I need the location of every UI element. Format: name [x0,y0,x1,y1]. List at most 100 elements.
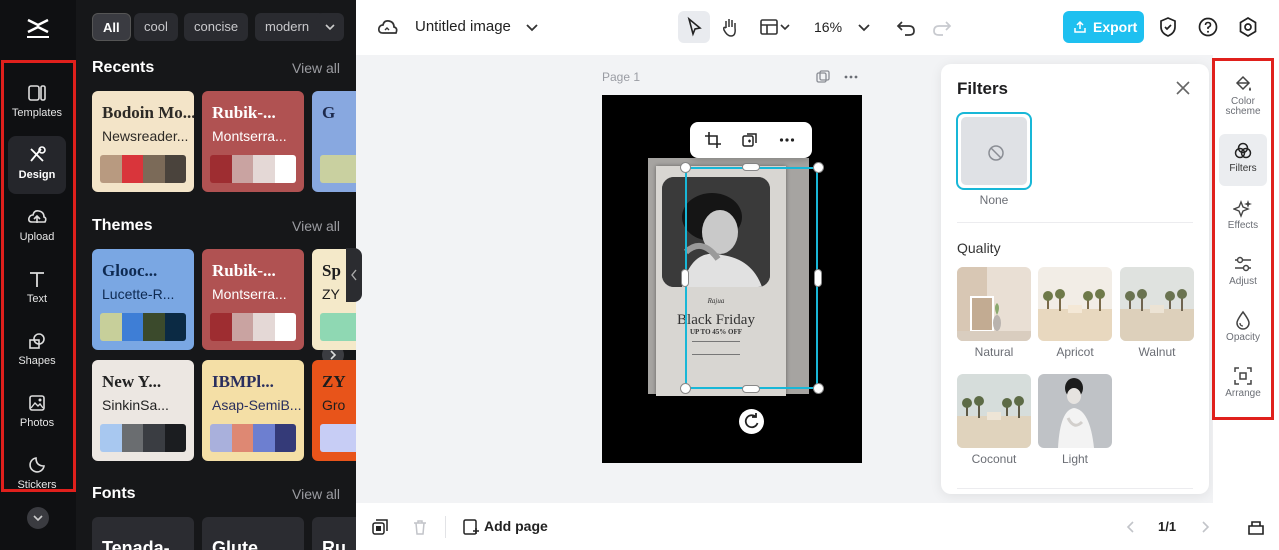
chip-cool[interactable]: cool [134,13,178,41]
recent-theme-card[interactable]: Rubik-... Montserra... [202,91,304,192]
divider [957,488,1193,489]
chip-modern[interactable]: modern [255,13,325,41]
page-label: Page 1 [602,70,641,84]
rotate-handle[interactable] [739,409,764,434]
theme-card[interactable]: Glooc... Lucette-R... [92,249,194,350]
upload-icon [28,210,47,223]
sidebar-item-text[interactable]: Text [8,260,66,318]
apricot-filter-thumbnail [1038,267,1112,341]
resize-handle-bottom-left[interactable] [680,383,691,394]
font-card[interactable]: Tenada- [92,517,194,550]
resize-handle-top-right[interactable] [813,162,824,173]
undo-icon[interactable] [894,15,918,39]
filter-light[interactable] [1038,374,1112,448]
filter-coconut[interactable] [957,374,1031,448]
chevron-left-icon[interactable] [1122,518,1140,536]
chevron-down-icon[interactable] [520,15,544,39]
color-swatch [121,313,143,341]
font-card[interactable]: Glute [202,517,304,550]
chevron-down-icon[interactable] [778,15,792,39]
sidebar-item-upload[interactable]: Upload [8,198,66,256]
theme-card[interactable]: New Y... SinkinSa... [92,360,194,461]
theme-card[interactable]: IBMPl... Asap-SemiB... [202,360,304,461]
document-title[interactable]: Untitled image [415,18,511,35]
sidebar-more-button[interactable] [27,507,49,529]
color-swatch [274,424,296,452]
theme-card[interactable]: Rubik-... Montserra... [202,249,304,350]
tool-color-scheme[interactable]: Color scheme [1219,67,1267,123]
tool-label: Opacity [1226,332,1260,343]
color-swatch [231,424,253,452]
more-options-icon[interactable] [778,131,796,149]
tool-adjust[interactable]: Adjust [1219,247,1267,299]
shield-check-icon[interactable] [1156,15,1180,39]
sidebar-item-shapes[interactable]: Shapes [8,322,66,380]
filter-none-option[interactable] [956,112,1032,190]
filter-coconut-label: Coconut [971,452,1017,466]
color-swatches [320,424,356,452]
close-icon[interactable] [1174,79,1192,97]
redo-icon[interactable] [930,15,954,39]
card-heading-font: IBMPl... [212,372,274,391]
tool-filters[interactable]: Filters [1219,134,1267,186]
shapes-icon [29,333,45,349]
panel-collapse-handle[interactable] [346,248,362,302]
zoom-level[interactable]: 16% [814,19,842,35]
themes-view-all-link[interactable]: View all [292,218,340,234]
duplicate-icon[interactable] [741,131,759,149]
filter-apricot[interactable] [1038,267,1112,341]
settings-icon[interactable] [1236,15,1260,39]
resize-handle-right[interactable] [814,269,822,287]
page-more-icon[interactable] [843,69,859,85]
filters-panel-title: Filters [957,79,1009,98]
card-body-font: ZY [322,286,340,302]
color-swatch [100,155,122,183]
tool-arrange[interactable]: Arrange [1219,359,1267,411]
tool-effects[interactable]: Effects [1219,191,1267,243]
paint-bucket-icon [1235,75,1251,91]
recents-view-all-link[interactable]: View all [292,60,340,76]
export-button[interactable]: Export [1063,11,1144,43]
font-card-label: Tenada- [102,538,170,550]
templates-icon [28,85,46,101]
tool-opacity[interactable]: Opacity [1219,303,1267,355]
recent-theme-card[interactable]: Bodoin Mo... Newsreader... [92,91,194,192]
color-swatch [253,424,275,452]
resize-handle-bottom[interactable] [742,385,760,393]
color-swatch [164,424,186,452]
theme-card[interactable]: ZY Gro [312,360,356,461]
sidebar-item-stickers[interactable]: Stickers [8,446,66,504]
chip-concise[interactable]: concise [184,13,249,41]
crop-icon[interactable] [704,131,722,149]
filter-walnut[interactable] [1120,267,1194,341]
chevron-right-icon[interactable] [1196,518,1214,536]
chevron-down-icon [325,24,335,31]
sidebar-item-label: Upload [19,231,55,243]
fonts-view-all-link[interactable]: View all [292,486,340,502]
trash-icon[interactable] [411,518,429,536]
hand-icon[interactable] [718,15,742,39]
chip-all[interactable]: All [92,13,131,41]
filter-natural[interactable] [957,267,1031,341]
duplicate-page-icon[interactable] [815,69,831,85]
left-rail: Templates Design Upload Text Shapes Phot… [0,0,76,550]
recent-theme-card[interactable]: G [312,91,356,192]
add-page-button[interactable]: Add page [484,518,548,534]
select-tool-button[interactable] [678,11,710,43]
layers-icon[interactable] [371,518,389,536]
sidebar-item-templates[interactable]: Templates [8,74,66,132]
sidebar-item-design[interactable]: Design [8,136,66,194]
add-page-icon[interactable] [462,518,480,536]
page-manager-icon[interactable] [1246,517,1266,537]
chips-dropdown-button[interactable] [316,13,344,41]
cloud-sync-icon[interactable] [376,15,400,39]
resize-handle-top-left[interactable] [680,162,691,173]
resize-handle-left[interactable] [681,269,689,287]
font-card[interactable]: Ru [312,517,356,550]
sidebar-item-photos[interactable]: Photos [8,384,66,442]
chevron-down-icon[interactable] [852,15,876,39]
help-icon[interactable] [1196,15,1220,39]
resize-handle-bottom-right[interactable] [813,383,824,394]
resize-handle-top[interactable] [742,163,760,171]
color-swatch [164,155,186,183]
